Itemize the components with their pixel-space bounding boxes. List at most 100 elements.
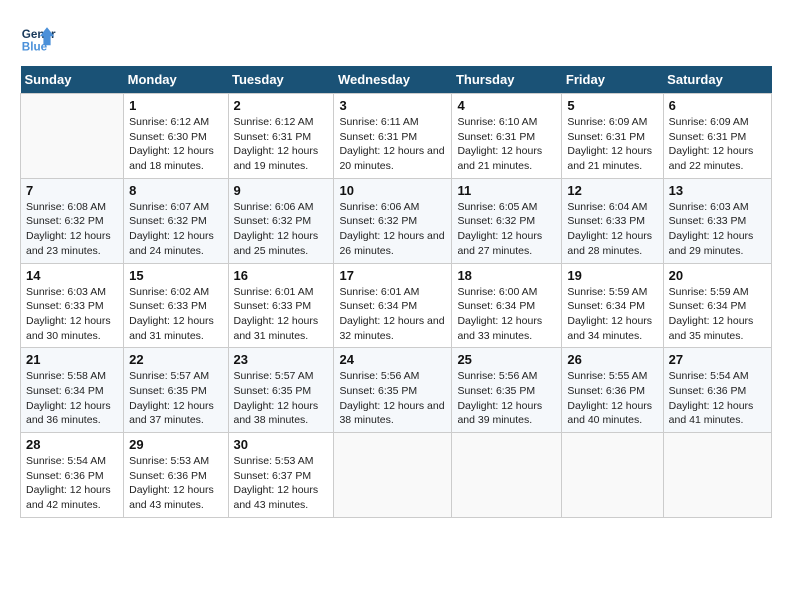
day-info: Sunrise: 6:01 AMSunset: 6:34 PMDaylight:… — [339, 285, 446, 344]
calendar-cell — [452, 433, 562, 518]
day-number: 12 — [567, 183, 657, 198]
day-info: Sunrise: 6:02 AMSunset: 6:33 PMDaylight:… — [129, 285, 222, 344]
calendar-cell: 15 Sunrise: 6:02 AMSunset: 6:33 PMDaylig… — [124, 263, 228, 348]
page-header: General Blue — [20, 20, 772, 56]
day-info: Sunrise: 6:07 AMSunset: 6:32 PMDaylight:… — [129, 200, 222, 259]
day-info: Sunrise: 6:00 AMSunset: 6:34 PMDaylight:… — [457, 285, 556, 344]
calendar-cell: 3 Sunrise: 6:11 AMSunset: 6:31 PMDayligh… — [334, 94, 452, 179]
day-number: 14 — [26, 268, 118, 283]
day-info: Sunrise: 6:01 AMSunset: 6:33 PMDaylight:… — [234, 285, 329, 344]
day-info: Sunrise: 6:12 AMSunset: 6:30 PMDaylight:… — [129, 115, 222, 174]
calendar-cell: 11 Sunrise: 6:05 AMSunset: 6:32 PMDaylig… — [452, 178, 562, 263]
day-number: 6 — [669, 98, 766, 113]
day-info: Sunrise: 6:05 AMSunset: 6:32 PMDaylight:… — [457, 200, 556, 259]
day-info: Sunrise: 6:11 AMSunset: 6:31 PMDaylight:… — [339, 115, 446, 174]
logo: General Blue — [20, 20, 62, 56]
day-info: Sunrise: 6:08 AMSunset: 6:32 PMDaylight:… — [26, 200, 118, 259]
calendar-cell: 1 Sunrise: 6:12 AMSunset: 6:30 PMDayligh… — [124, 94, 228, 179]
day-info: Sunrise: 6:09 AMSunset: 6:31 PMDaylight:… — [669, 115, 766, 174]
day-info: Sunrise: 5:55 AMSunset: 6:36 PMDaylight:… — [567, 369, 657, 428]
weekday-header: Friday — [562, 66, 663, 94]
day-info: Sunrise: 5:53 AMSunset: 6:37 PMDaylight:… — [234, 454, 329, 513]
calendar-cell — [21, 94, 124, 179]
calendar-cell: 4 Sunrise: 6:10 AMSunset: 6:31 PMDayligh… — [452, 94, 562, 179]
day-number: 4 — [457, 98, 556, 113]
day-number: 8 — [129, 183, 222, 198]
day-info: Sunrise: 5:54 AMSunset: 6:36 PMDaylight:… — [26, 454, 118, 513]
day-info: Sunrise: 6:06 AMSunset: 6:32 PMDaylight:… — [339, 200, 446, 259]
day-info: Sunrise: 5:58 AMSunset: 6:34 PMDaylight:… — [26, 369, 118, 428]
day-number: 11 — [457, 183, 556, 198]
calendar-cell — [663, 433, 771, 518]
day-number: 30 — [234, 437, 329, 452]
day-info: Sunrise: 6:06 AMSunset: 6:32 PMDaylight:… — [234, 200, 329, 259]
day-number: 9 — [234, 183, 329, 198]
day-number: 16 — [234, 268, 329, 283]
day-info: Sunrise: 5:53 AMSunset: 6:36 PMDaylight:… — [129, 454, 222, 513]
calendar-cell: 6 Sunrise: 6:09 AMSunset: 6:31 PMDayligh… — [663, 94, 771, 179]
calendar-cell: 22 Sunrise: 5:57 AMSunset: 6:35 PMDaylig… — [124, 348, 228, 433]
day-number: 23 — [234, 352, 329, 367]
calendar-cell: 8 Sunrise: 6:07 AMSunset: 6:32 PMDayligh… — [124, 178, 228, 263]
calendar-cell: 25 Sunrise: 5:56 AMSunset: 6:35 PMDaylig… — [452, 348, 562, 433]
logo-icon: General Blue — [20, 20, 56, 56]
day-number: 10 — [339, 183, 446, 198]
calendar-cell: 19 Sunrise: 5:59 AMSunset: 6:34 PMDaylig… — [562, 263, 663, 348]
day-info: Sunrise: 5:56 AMSunset: 6:35 PMDaylight:… — [457, 369, 556, 428]
calendar-cell: 9 Sunrise: 6:06 AMSunset: 6:32 PMDayligh… — [228, 178, 334, 263]
calendar-cell: 24 Sunrise: 5:56 AMSunset: 6:35 PMDaylig… — [334, 348, 452, 433]
day-number: 25 — [457, 352, 556, 367]
calendar-cell: 20 Sunrise: 5:59 AMSunset: 6:34 PMDaylig… — [663, 263, 771, 348]
weekday-header: Monday — [124, 66, 228, 94]
day-number: 17 — [339, 268, 446, 283]
calendar-cell: 26 Sunrise: 5:55 AMSunset: 6:36 PMDaylig… — [562, 348, 663, 433]
day-number: 1 — [129, 98, 222, 113]
day-info: Sunrise: 5:59 AMSunset: 6:34 PMDaylight:… — [669, 285, 766, 344]
calendar-cell: 5 Sunrise: 6:09 AMSunset: 6:31 PMDayligh… — [562, 94, 663, 179]
calendar-table: SundayMondayTuesdayWednesdayThursdayFrid… — [20, 66, 772, 518]
day-number: 13 — [669, 183, 766, 198]
day-info: Sunrise: 6:09 AMSunset: 6:31 PMDaylight:… — [567, 115, 657, 174]
day-number: 15 — [129, 268, 222, 283]
calendar-cell: 13 Sunrise: 6:03 AMSunset: 6:33 PMDaylig… — [663, 178, 771, 263]
calendar-cell: 23 Sunrise: 5:57 AMSunset: 6:35 PMDaylig… — [228, 348, 334, 433]
calendar-cell: 2 Sunrise: 6:12 AMSunset: 6:31 PMDayligh… — [228, 94, 334, 179]
calendar-cell: 7 Sunrise: 6:08 AMSunset: 6:32 PMDayligh… — [21, 178, 124, 263]
day-number: 2 — [234, 98, 329, 113]
day-info: Sunrise: 5:59 AMSunset: 6:34 PMDaylight:… — [567, 285, 657, 344]
day-info: Sunrise: 6:03 AMSunset: 6:33 PMDaylight:… — [26, 285, 118, 344]
weekday-header: Thursday — [452, 66, 562, 94]
day-number: 22 — [129, 352, 222, 367]
day-number: 21 — [26, 352, 118, 367]
calendar-cell: 14 Sunrise: 6:03 AMSunset: 6:33 PMDaylig… — [21, 263, 124, 348]
weekday-header: Sunday — [21, 66, 124, 94]
day-info: Sunrise: 5:56 AMSunset: 6:35 PMDaylight:… — [339, 369, 446, 428]
calendar-cell: 12 Sunrise: 6:04 AMSunset: 6:33 PMDaylig… — [562, 178, 663, 263]
calendar-cell: 30 Sunrise: 5:53 AMSunset: 6:37 PMDaylig… — [228, 433, 334, 518]
day-number: 27 — [669, 352, 766, 367]
day-info: Sunrise: 6:12 AMSunset: 6:31 PMDaylight:… — [234, 115, 329, 174]
day-number: 29 — [129, 437, 222, 452]
day-info: Sunrise: 6:03 AMSunset: 6:33 PMDaylight:… — [669, 200, 766, 259]
day-info: Sunrise: 5:54 AMSunset: 6:36 PMDaylight:… — [669, 369, 766, 428]
calendar-cell: 17 Sunrise: 6:01 AMSunset: 6:34 PMDaylig… — [334, 263, 452, 348]
calendar-cell: 27 Sunrise: 5:54 AMSunset: 6:36 PMDaylig… — [663, 348, 771, 433]
calendar-cell: 29 Sunrise: 5:53 AMSunset: 6:36 PMDaylig… — [124, 433, 228, 518]
day-number: 28 — [26, 437, 118, 452]
weekday-header: Wednesday — [334, 66, 452, 94]
calendar-cell: 21 Sunrise: 5:58 AMSunset: 6:34 PMDaylig… — [21, 348, 124, 433]
day-number: 24 — [339, 352, 446, 367]
day-number: 7 — [26, 183, 118, 198]
weekday-header: Tuesday — [228, 66, 334, 94]
day-number: 5 — [567, 98, 657, 113]
day-info: Sunrise: 5:57 AMSunset: 6:35 PMDaylight:… — [234, 369, 329, 428]
day-number: 18 — [457, 268, 556, 283]
day-info: Sunrise: 6:04 AMSunset: 6:33 PMDaylight:… — [567, 200, 657, 259]
calendar-cell — [562, 433, 663, 518]
day-number: 20 — [669, 268, 766, 283]
day-info: Sunrise: 5:57 AMSunset: 6:35 PMDaylight:… — [129, 369, 222, 428]
calendar-cell: 28 Sunrise: 5:54 AMSunset: 6:36 PMDaylig… — [21, 433, 124, 518]
calendar-cell: 16 Sunrise: 6:01 AMSunset: 6:33 PMDaylig… — [228, 263, 334, 348]
day-number: 3 — [339, 98, 446, 113]
calendar-cell: 10 Sunrise: 6:06 AMSunset: 6:32 PMDaylig… — [334, 178, 452, 263]
